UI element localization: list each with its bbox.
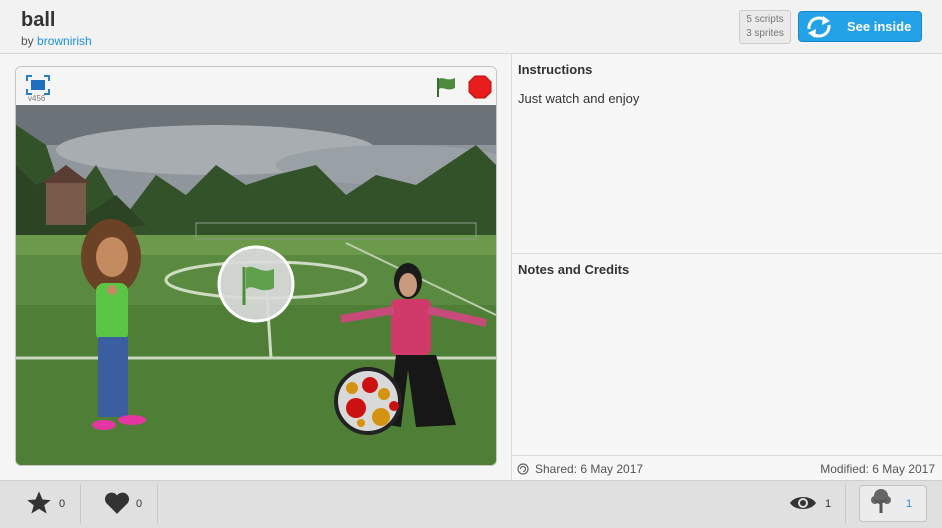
project-header: ball by brownirish 5 scripts 3 sprites S…	[0, 0, 942, 54]
modified-date: Modified: 6 May 2017	[820, 462, 935, 476]
eye-icon	[789, 494, 817, 515]
footer-divider	[157, 484, 158, 524]
project-dates: Shared: 6 May 2017 Modified: 6 May 2017	[512, 456, 942, 480]
project-footer: 0 0 1 1	[0, 480, 942, 528]
project-stage[interactable]	[16, 105, 496, 465]
notes-section: Notes and Credits	[512, 254, 942, 456]
project-info-panel: Instructions Just watch and enjoy Notes …	[511, 54, 942, 480]
notes-title: Notes and Credits	[518, 262, 630, 277]
favorite-count: 0	[59, 498, 66, 510]
stop-icon[interactable]	[468, 75, 492, 99]
instructions-section: Instructions Just watch and enjoy	[512, 54, 942, 254]
love-button[interactable]: 0	[104, 481, 142, 527]
remix-tree-icon	[870, 488, 892, 519]
remix-count: 1	[906, 497, 913, 510]
see-inside-button[interactable]: See inside	[798, 11, 922, 42]
shared-date: Shared: 6 May 2017	[517, 462, 643, 476]
star-icon	[25, 489, 53, 520]
stage-scene	[16, 105, 496, 465]
player-controls: v456	[16, 67, 496, 105]
play-flag-overlay[interactable]	[217, 245, 295, 323]
see-inside-label: See inside	[847, 19, 912, 34]
version-label: v456	[28, 94, 46, 103]
project-stats: 5 scripts 3 sprites	[739, 10, 791, 44]
love-count: 0	[136, 498, 143, 510]
green-flag-icon[interactable]	[435, 76, 457, 98]
remix-arrows-icon	[799, 12, 839, 41]
remix-tree-button[interactable]: 1	[859, 485, 927, 522]
ball-sprite	[334, 367, 402, 435]
project-player: v456	[15, 66, 497, 466]
author-link[interactable]: brownirish	[37, 34, 92, 48]
favorite-button[interactable]: 0	[25, 481, 65, 527]
footer-divider	[80, 484, 81, 524]
fullscreen-icon[interactable]	[26, 75, 50, 95]
views-count: 1	[825, 498, 832, 510]
by-label: by	[21, 34, 34, 48]
project-title: ball	[21, 9, 56, 31]
instructions-text: Just watch and enjoy	[518, 91, 640, 106]
shared-label: Shared: 6 May 2017	[535, 462, 644, 476]
views-stat: 1	[789, 481, 831, 527]
sprites-count: 3 sprites	[746, 28, 784, 39]
shared-icon	[517, 463, 529, 475]
heart-icon	[104, 491, 130, 518]
scripts-count: 5 scripts	[746, 14, 784, 25]
footer-divider	[845, 484, 846, 524]
instructions-title: Instructions	[518, 62, 593, 77]
project-main: v456 Instructions Just watch and enjoy N…	[0, 54, 942, 480]
byline: by brownirish	[21, 34, 92, 48]
